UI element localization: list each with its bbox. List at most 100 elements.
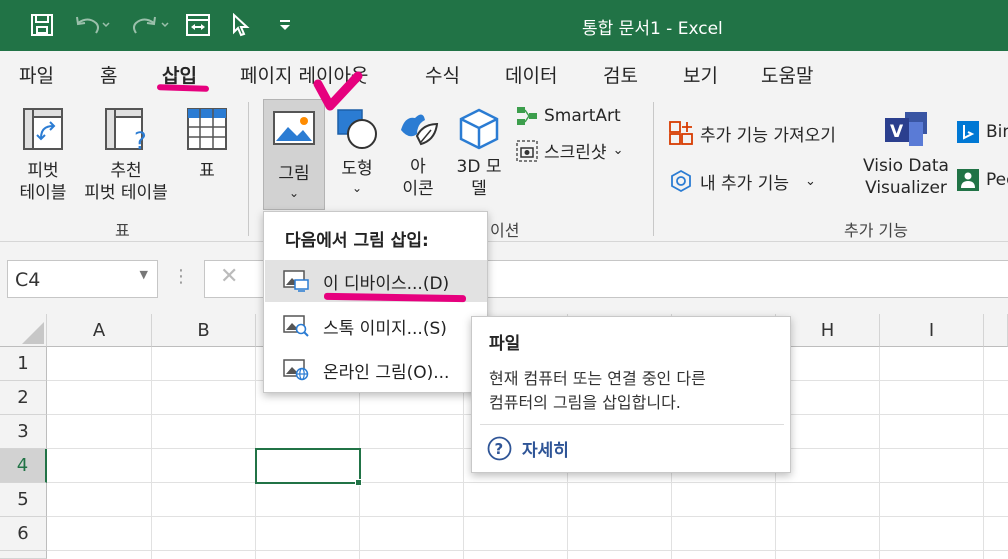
menu-item-stock-images[interactable]: 스톡 이미지...(S) [265, 305, 487, 347]
svg-text:V: V [890, 122, 904, 142]
tab-review[interactable]: 검토 [603, 61, 638, 88]
chevron-down-icon: ⌄ [805, 173, 816, 189]
my-addins-label: 내 추가 기능 [700, 173, 790, 194]
group-label-addins: 추가 기능 [844, 221, 908, 240]
pivot-table-button[interactable]: 피벗 테이블 [14, 106, 72, 204]
bing-icon [957, 121, 979, 143]
picture-icon [273, 111, 315, 145]
smartart-label: SmartArt [544, 106, 621, 126]
fit-width-icon[interactable] [184, 11, 212, 39]
bing-label: Bin [986, 122, 1008, 142]
tab-data[interactable]: 데이터 [505, 61, 557, 88]
chevron-down-icon: ⌄ [288, 186, 300, 200]
column-header-b[interactable]: B [152, 314, 256, 347]
menu-item-label: 온라인 그림(O)... [323, 362, 450, 383]
column-header-i[interactable]: I [880, 314, 984, 347]
tab-formulas[interactable]: 수식 [425, 61, 460, 88]
table-icon [187, 108, 227, 150]
column-header-j[interactable] [984, 314, 1008, 347]
name-box[interactable]: C4 ▼ [7, 260, 158, 298]
row-header-7[interactable] [0, 551, 47, 559]
cube-icon [459, 108, 499, 150]
row-header-6[interactable]: 6 [0, 517, 47, 551]
chevron-down-icon[interactable]: ▼ [140, 268, 148, 281]
save-icon[interactable] [28, 11, 56, 39]
help-icon: ? [487, 436, 512, 461]
undo-icon[interactable] [72, 11, 112, 39]
pictures-label: 그림 [278, 164, 310, 184]
grid-line [983, 347, 984, 559]
tooltip-title: 파일 [489, 334, 521, 354]
people-icon [957, 169, 979, 191]
dropdown-header: 다음에서 그림 삽입: [285, 231, 429, 251]
shapes-button[interactable]: 도형 ⌄ [330, 106, 384, 194]
column-header-a[interactable]: A [47, 314, 152, 347]
column-header-h[interactable]: H [776, 314, 880, 347]
my-addins-button[interactable]: 내 추가 기능 ⌄ [668, 168, 816, 194]
smartart-button[interactable]: SmartArt [516, 106, 621, 126]
tooltip-more-label: 자세히 [522, 441, 569, 461]
icons-icon [401, 114, 439, 146]
people-graph-button[interactable]: Peo [956, 168, 1008, 192]
group-label-illustrations: 이션 [490, 221, 520, 240]
visio-data-visualizer-button[interactable]: V Visio Data Visualizer [858, 108, 954, 199]
cancel-icon[interactable]: ✕ [220, 264, 238, 289]
screenshot-label: 스크린샷 [544, 143, 607, 163]
redo-icon[interactable] [128, 11, 172, 39]
customize-toolbar-icon[interactable] [276, 11, 294, 39]
device-picture-icon [283, 270, 309, 292]
visio-label: Visio Data Visualizer [863, 156, 949, 198]
recommended-pivot-icon: ? [105, 108, 147, 152]
drag-handle-icon[interactable]: ⋮ [172, 266, 190, 287]
active-cell-c4[interactable] [255, 448, 361, 484]
recommended-pivot-button[interactable]: ? 추천 피벗 테이블 [78, 106, 174, 204]
online-pictures-icon [283, 359, 309, 381]
row-header-4[interactable]: 4 [0, 449, 47, 483]
row-header-2[interactable]: 2 [0, 381, 47, 415]
row-header-5[interactable]: 5 [0, 483, 47, 517]
formula-bar: C4 ▼ ⋮ ✕ [0, 242, 1008, 314]
pivot-table-label: 피벗 테이블 [19, 161, 67, 203]
tab-view[interactable]: 보기 [683, 61, 718, 88]
icons-button[interactable]: 아 이콘 [392, 106, 444, 200]
tooltip-tell-me-more[interactable]: ? 자세히 [487, 436, 569, 461]
window-title: 통합 문서1 - Excel [582, 19, 723, 39]
screenshot-button[interactable]: 스크린샷 ⌄ [516, 138, 623, 163]
screenshot-icon [516, 139, 538, 162]
row-header-1[interactable]: 1 [0, 347, 47, 381]
grid-line [151, 347, 152, 559]
select-all-corner[interactable] [0, 314, 47, 347]
name-box-value: C4 [15, 269, 41, 291]
pointer-icon[interactable] [228, 11, 252, 39]
table-button[interactable]: 표 [182, 106, 232, 182]
bing-maps-button[interactable]: Bin [956, 120, 1008, 144]
tab-home[interactable]: 홈 [100, 61, 117, 88]
grid-line [879, 347, 880, 559]
chevron-down-icon: ⌄ [351, 181, 363, 195]
get-addins-button[interactable]: 추가 기능 가져오기 [668, 120, 836, 146]
highlight-underline-insert [156, 84, 210, 92]
title-bar: 통합 문서1 - Excel [0, 0, 1008, 51]
svg-text:?: ? [134, 127, 147, 152]
tab-file[interactable]: 파일 [19, 61, 54, 88]
fill-handle[interactable] [355, 479, 362, 486]
tooltip: 파일 현재 컴퓨터 또는 연결 중인 다른 컴퓨터의 그림을 삽입합니다. ? … [471, 316, 791, 473]
grid-line [47, 516, 1008, 517]
ribbon-tabs: 파일 홈 삽입 페이지 레이아웃 수식 데이터 검토 보기 도움말 [0, 51, 1008, 96]
table-label: 표 [199, 161, 215, 181]
pivot-table-icon [23, 108, 63, 150]
get-addins-label: 추가 기능 가져오기 [700, 125, 836, 146]
menu-item-online-pictures[interactable]: 온라인 그림(O)... [265, 349, 487, 391]
people-label: Peo [986, 170, 1008, 190]
3d-models-button[interactable]: 3D 모 델 [452, 106, 506, 200]
row-header-3[interactable]: 3 [0, 415, 47, 449]
group-label-table: 표 [115, 221, 130, 240]
stock-images-icon [283, 315, 309, 337]
menu-item-label: 이 디바이스...(D) [323, 273, 450, 294]
ribbon: 피벗 테이블 ? 추천 피벗 테이블 표 표 그림 ⌄ 도형 ⌄ 아 이콘 3D… [0, 71, 1008, 242]
shapes-label: 도형 [341, 159, 373, 179]
smartart-icon [517, 107, 537, 125]
highlight-checkmark [313, 71, 363, 111]
tab-help[interactable]: 도움말 [761, 61, 813, 88]
grid-line [47, 482, 1008, 483]
